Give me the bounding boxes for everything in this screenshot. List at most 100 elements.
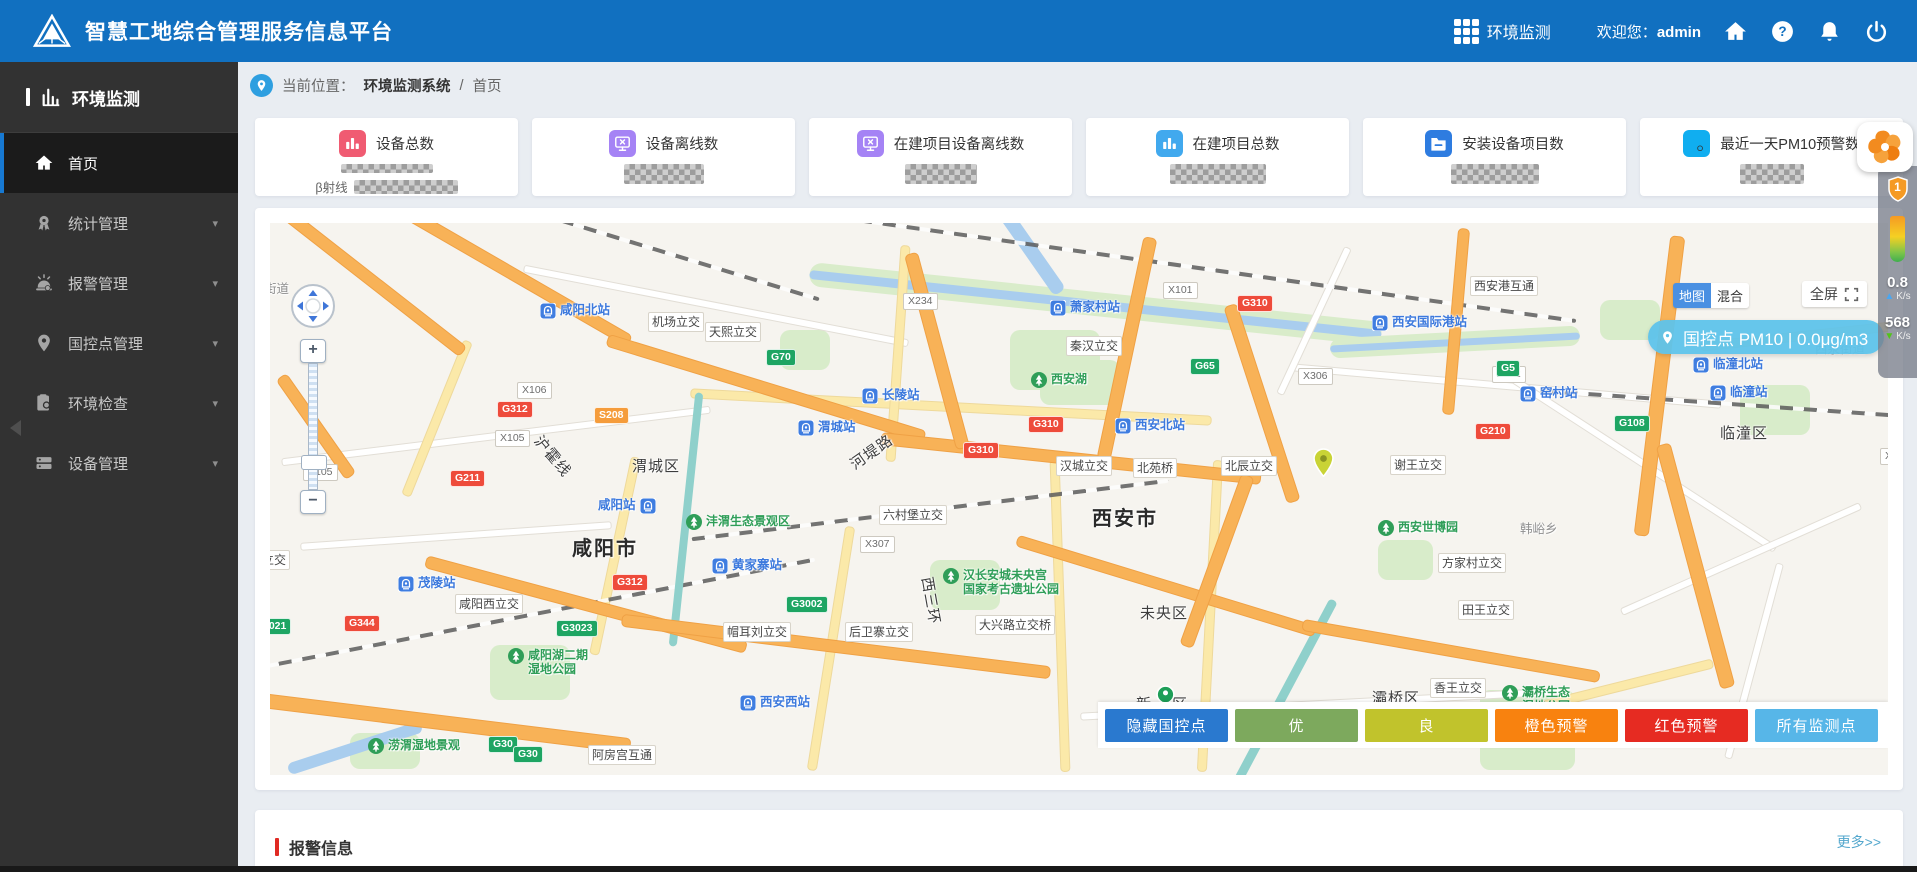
map-label: G310 — [963, 442, 999, 460]
stat-card-title: 安装设备项目数 — [1462, 137, 1564, 153]
pm10-tooltip: 国控点 PM10 | 0.0μg/m3 — [1648, 320, 1885, 354]
zoom-slider-thumb[interactable] — [301, 455, 327, 470]
swirl-logo-icon — [1868, 130, 1901, 164]
fullscreen-button[interactable]: 全屏 — [1802, 281, 1867, 307]
legend-button-4[interactable]: 橙色预警 — [1495, 708, 1618, 742]
map-label: 西安市 — [1092, 508, 1158, 530]
map-label: 田王立交 — [1458, 600, 1515, 620]
chevron-down-icon: ▾ — [212, 217, 218, 230]
legend-button-2[interactable]: 优 — [1235, 708, 1358, 742]
map-label: X307 — [860, 536, 895, 554]
chevron-down-icon: ▾ — [212, 277, 218, 290]
redacted-value — [623, 164, 704, 184]
bell-icon[interactable] — [1817, 19, 1842, 44]
section-accent-bar — [275, 838, 279, 856]
bar-chart-icon — [42, 88, 60, 107]
down-arrow-icon: ▼ — [1884, 331, 1895, 342]
map-station-label: 萧家村站 — [1050, 300, 1120, 316]
stat-card-icon — [339, 130, 366, 157]
map-label: G30 — [513, 746, 543, 764]
stat-card-title: 最近一天PM10预警数 — [1720, 137, 1860, 153]
zoom-out-button[interactable]: − — [300, 490, 326, 514]
stat-card-4: 在建项目总数 — [1086, 118, 1349, 196]
module-switcher[interactable]: 环境监测 — [1453, 18, 1551, 44]
map-park-label: 西安世博园 — [1378, 520, 1458, 536]
map-label: G310 — [1028, 416, 1064, 434]
map-label: G210 — [1475, 423, 1511, 441]
map-label: 汉城立交 — [1056, 456, 1113, 476]
help-icon[interactable]: ? — [1770, 19, 1795, 44]
power-icon[interactable] — [1864, 19, 1889, 44]
map-label: G108 — [1614, 415, 1650, 433]
map-pan-compass[interactable] — [290, 283, 336, 329]
title-bar-decor — [26, 88, 30, 106]
stat-extra-label: β射线 — [315, 181, 348, 195]
speed-gradient-bar — [1890, 216, 1905, 262]
map-label: 天熙立交 — [705, 322, 762, 342]
redacted-value — [1169, 164, 1266, 184]
map-label: G3023 — [556, 620, 598, 638]
stat-card-1: 设备总数 β射线 — [255, 118, 518, 196]
map-road — [1619, 502, 1863, 616]
map-canvas[interactable]: 咸阳北站 萧家村站 长陵站 渭城站 西安北站 西安国际港站 临潼北站 临潼站 窑村站 咸阳站 茂陵站… — [270, 223, 1888, 775]
stat-card-title: 设备总数 — [376, 137, 434, 153]
map-road-name: 沪霍线 — [530, 432, 575, 481]
map-label: 阿房宫互通 — [588, 745, 657, 765]
map-label: 北辰立交 — [1221, 456, 1278, 476]
sidebar-menu: 首页 统计管理 ▾ 报警管理 ▾ 国控点管理 ▾ 环境检查 ▾ 设备管理 ▾ — [0, 133, 238, 493]
sidebar-item-4[interactable]: 环境检查 ▾ — [0, 373, 238, 433]
map-station-label: 临潼北站 — [1693, 357, 1763, 373]
sidebar-collapse-arrow-icon[interactable] — [10, 420, 21, 436]
app-title: 智慧工地综合管理服务信息平台 — [85, 21, 393, 44]
map-card: 咸阳北站 萧家村站 长陵站 渭城站 西安北站 西安国际港站 临潼北站 临潼站 窑村站 咸阳站 茂陵站… — [255, 208, 1903, 790]
map-legend-strip: 隐藏国控点优良橙色预警 红色预警 所有监测点 — [1098, 702, 1888, 748]
monitor-point-marker-icon[interactable] — [1313, 448, 1334, 478]
sidebar-item-3[interactable]: 国控点管理 ▾ — [0, 313, 238, 373]
map-label: G70 — [766, 349, 796, 367]
redacted-value — [904, 164, 977, 184]
redacted-value — [340, 164, 433, 173]
legend-button-6[interactable]: 所有监测点 — [1755, 708, 1878, 742]
legend-button-5[interactable]: 红色预警 — [1625, 708, 1748, 742]
sidebar-item-5[interactable]: 设备管理 ▾ — [0, 433, 238, 493]
home-icon[interactable] — [1723, 19, 1748, 44]
shield-badge-icon[interactable]: 1 — [1887, 176, 1909, 202]
module-label: 环境监测 — [1486, 25, 1551, 42]
fullscreen-icon — [1844, 287, 1859, 301]
map-type-map[interactable]: 地图 — [1673, 283, 1711, 308]
sidebar-item-label: 国控点管理 — [68, 335, 144, 353]
map-highway — [1301, 618, 1601, 684]
welcome-text: 欢迎您：admin — [1596, 23, 1701, 41]
map-label: 咸阳市 — [572, 538, 638, 560]
stats-row: 设备总数 β射线 设备离线数 在建项目设备离线数 在建项目总数 安装设备项目数 最近一天PM… — [255, 118, 1903, 196]
map-road — [300, 521, 612, 551]
zoom-in-button[interactable]: + — [300, 339, 326, 363]
sidebar-item-2[interactable]: 报警管理 ▾ — [0, 253, 238, 313]
map-park-label: 咸阳湖二期 湿地公园 — [508, 648, 588, 676]
sidebar-item-home[interactable]: 首页 — [0, 133, 238, 193]
map-station-label: 临潼站 — [1710, 385, 1768, 401]
breadcrumb-system[interactable]: 环境监测系统 — [364, 75, 451, 96]
location-pin-icon — [250, 74, 273, 97]
legend-button-3[interactable]: 良 — [1365, 708, 1488, 742]
more-link[interactable]: 更多>> — [1837, 832, 1881, 852]
sidebar-item-label: 统计管理 — [68, 215, 129, 233]
stat-card-icon — [1425, 130, 1453, 157]
map-label: 街道 — [270, 282, 290, 296]
map-label: 渭城区 — [632, 458, 681, 475]
map-label: 咸阳西立交 — [455, 594, 524, 614]
map-label: X101 — [1163, 282, 1198, 300]
map-label: 韩峪乡 — [1520, 522, 1558, 536]
map-park-area — [1378, 540, 1433, 580]
breadcrumb-page[interactable]: 首页 — [473, 75, 502, 96]
chevron-down-icon: ▾ — [212, 397, 218, 410]
zoom-slider-track[interactable] — [308, 363, 318, 490]
assistant-ball-button[interactable] — [1857, 122, 1913, 172]
sidebar-item-1[interactable]: 统计管理 ▾ — [0, 193, 238, 253]
stat-card-title: 在建项目总数 — [1192, 137, 1280, 153]
map-station-label: 西安国际港站 — [1372, 315, 1467, 331]
map-type-hybrid[interactable]: 混合 — [1711, 283, 1749, 308]
map-zoom-control: + − — [300, 339, 327, 514]
legend-button-1[interactable]: 隐藏国控点 — [1105, 708, 1228, 742]
sidebar-title: 环境监测 — [0, 62, 238, 133]
